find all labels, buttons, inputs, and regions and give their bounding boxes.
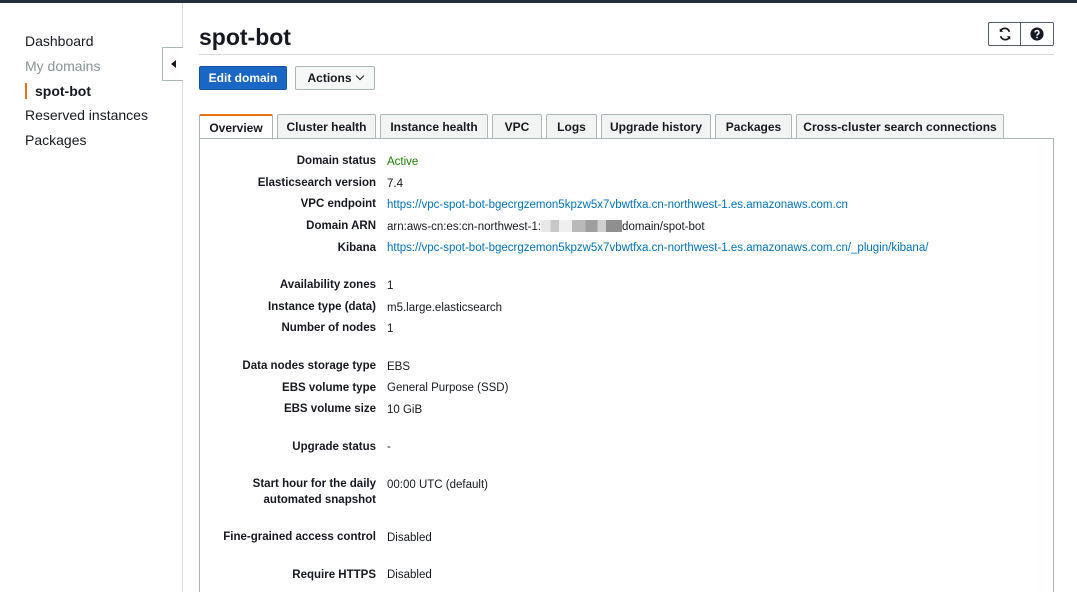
title-divider [199, 54, 1054, 55]
actions-label: Actions [307, 71, 352, 85]
tab-logs[interactable]: Logs [546, 114, 597, 139]
tab-cluster-health[interactable]: Cluster health [277, 114, 376, 139]
snapshot-hour-value: 00:00 UTC (default) [387, 479, 488, 491]
actions-dropdown[interactable]: Actions [295, 66, 375, 90]
tab-packages[interactable]: Packages [715, 114, 792, 139]
availability-zones-label: Availability zones [279, 279, 376, 291]
header-icon-buttons [988, 22, 1054, 46]
sidebar-item-reserved-instances[interactable]: Reserved instances [25, 107, 148, 123]
refresh-icon [999, 27, 1010, 41]
ebs-volume-type-value: General Purpose (SSD) [387, 382, 509, 394]
sidebar-item-dashboard[interactable]: Dashboard [25, 33, 94, 49]
domain-status-label: Domain status [296, 155, 376, 167]
tab-instance-health[interactable]: Instance health [380, 114, 488, 139]
sidebar-item-packages[interactable]: Packages [25, 132, 86, 148]
tab-upgrade-history[interactable]: Upgrade history [601, 114, 711, 139]
tab-overview[interactable]: Overview [199, 114, 273, 140]
domain-arn-value: arn:aws-cn:es:cn-northwest-1: domain/spot… [387, 219, 705, 235]
require-https-label: Require HTTPS [292, 569, 376, 581]
instance-type-value: m5.large.elasticsearch [387, 302, 503, 314]
require-https-value: Disabled [387, 569, 432, 581]
upgrade-status-label: Upgrade status [292, 441, 376, 453]
instance-type-label: Instance type (data) [268, 301, 376, 313]
sidebar: Dashboard My domains spot-bot Reserved i… [0, 3, 183, 592]
snapshot-hour-label-line2: automated snapshot [263, 494, 376, 506]
domain-arn-prefix: arn:aws-cn:es:cn-northwest-1: [387, 221, 542, 233]
chevron-down-icon [355, 71, 364, 81]
fine-grained-label: Fine-grained access control [223, 531, 376, 543]
edit-domain-button[interactable]: Edit domain [199, 66, 287, 90]
caret-left-icon [170, 60, 176, 68]
upgrade-status-value: - [387, 441, 391, 453]
fine-grained-value: Disabled [387, 532, 432, 544]
storage-type-label: Data nodes storage type [242, 360, 376, 372]
help-button[interactable] [1021, 22, 1054, 46]
sidebar-item-my-domains[interactable]: My domains [25, 58, 100, 74]
vpc-endpoint-link[interactable]: https://vpc-spot-bot-bgecrgzemon5kpzw5x7… [387, 197, 848, 213]
es-version-value: 7.4 [387, 178, 403, 190]
kibana-label: Kibana [337, 242, 376, 254]
page-title: spot-bot [199, 24, 291, 50]
es-version-label: Elasticsearch version [257, 177, 376, 189]
snapshot-hour-label-line1: Start hour for the daily [252, 478, 376, 490]
sidebar-collapse-button[interactable] [162, 47, 183, 81]
vpc-endpoint-label: VPC endpoint [300, 198, 376, 210]
help-icon [1030, 27, 1044, 41]
kibana-link[interactable]: https://vpc-spot-bot-bgecrgzemon5kpzw5x7… [387, 240, 928, 256]
ebs-volume-size-value: 10 GiB [387, 404, 423, 416]
availability-zones-value: 1 [387, 280, 394, 292]
domain-status-value: Active [387, 156, 419, 168]
refresh-button[interactable] [988, 22, 1021, 46]
tab-vpc[interactable]: VPC [492, 114, 542, 139]
storage-type-value: EBS [387, 361, 411, 373]
number-of-nodes-label: Number of nodes [281, 322, 376, 334]
domain-arn-suffix: domain/spot-bot [622, 221, 705, 233]
number-of-nodes-value: 1 [387, 323, 394, 335]
domain-arn-label: Domain ARN [306, 220, 376, 232]
sidebar-item-spot-bot[interactable]: spot-bot [25, 83, 91, 99]
redacted-account-id [541, 220, 623, 232]
ebs-volume-type-label: EBS volume type [282, 382, 376, 394]
ebs-volume-size-label: EBS volume size [283, 403, 376, 415]
tab-cross-cluster-search[interactable]: Cross-cluster search connections [796, 114, 1004, 139]
tab-bar: Overview Cluster health Instance health … [199, 114, 1008, 140]
